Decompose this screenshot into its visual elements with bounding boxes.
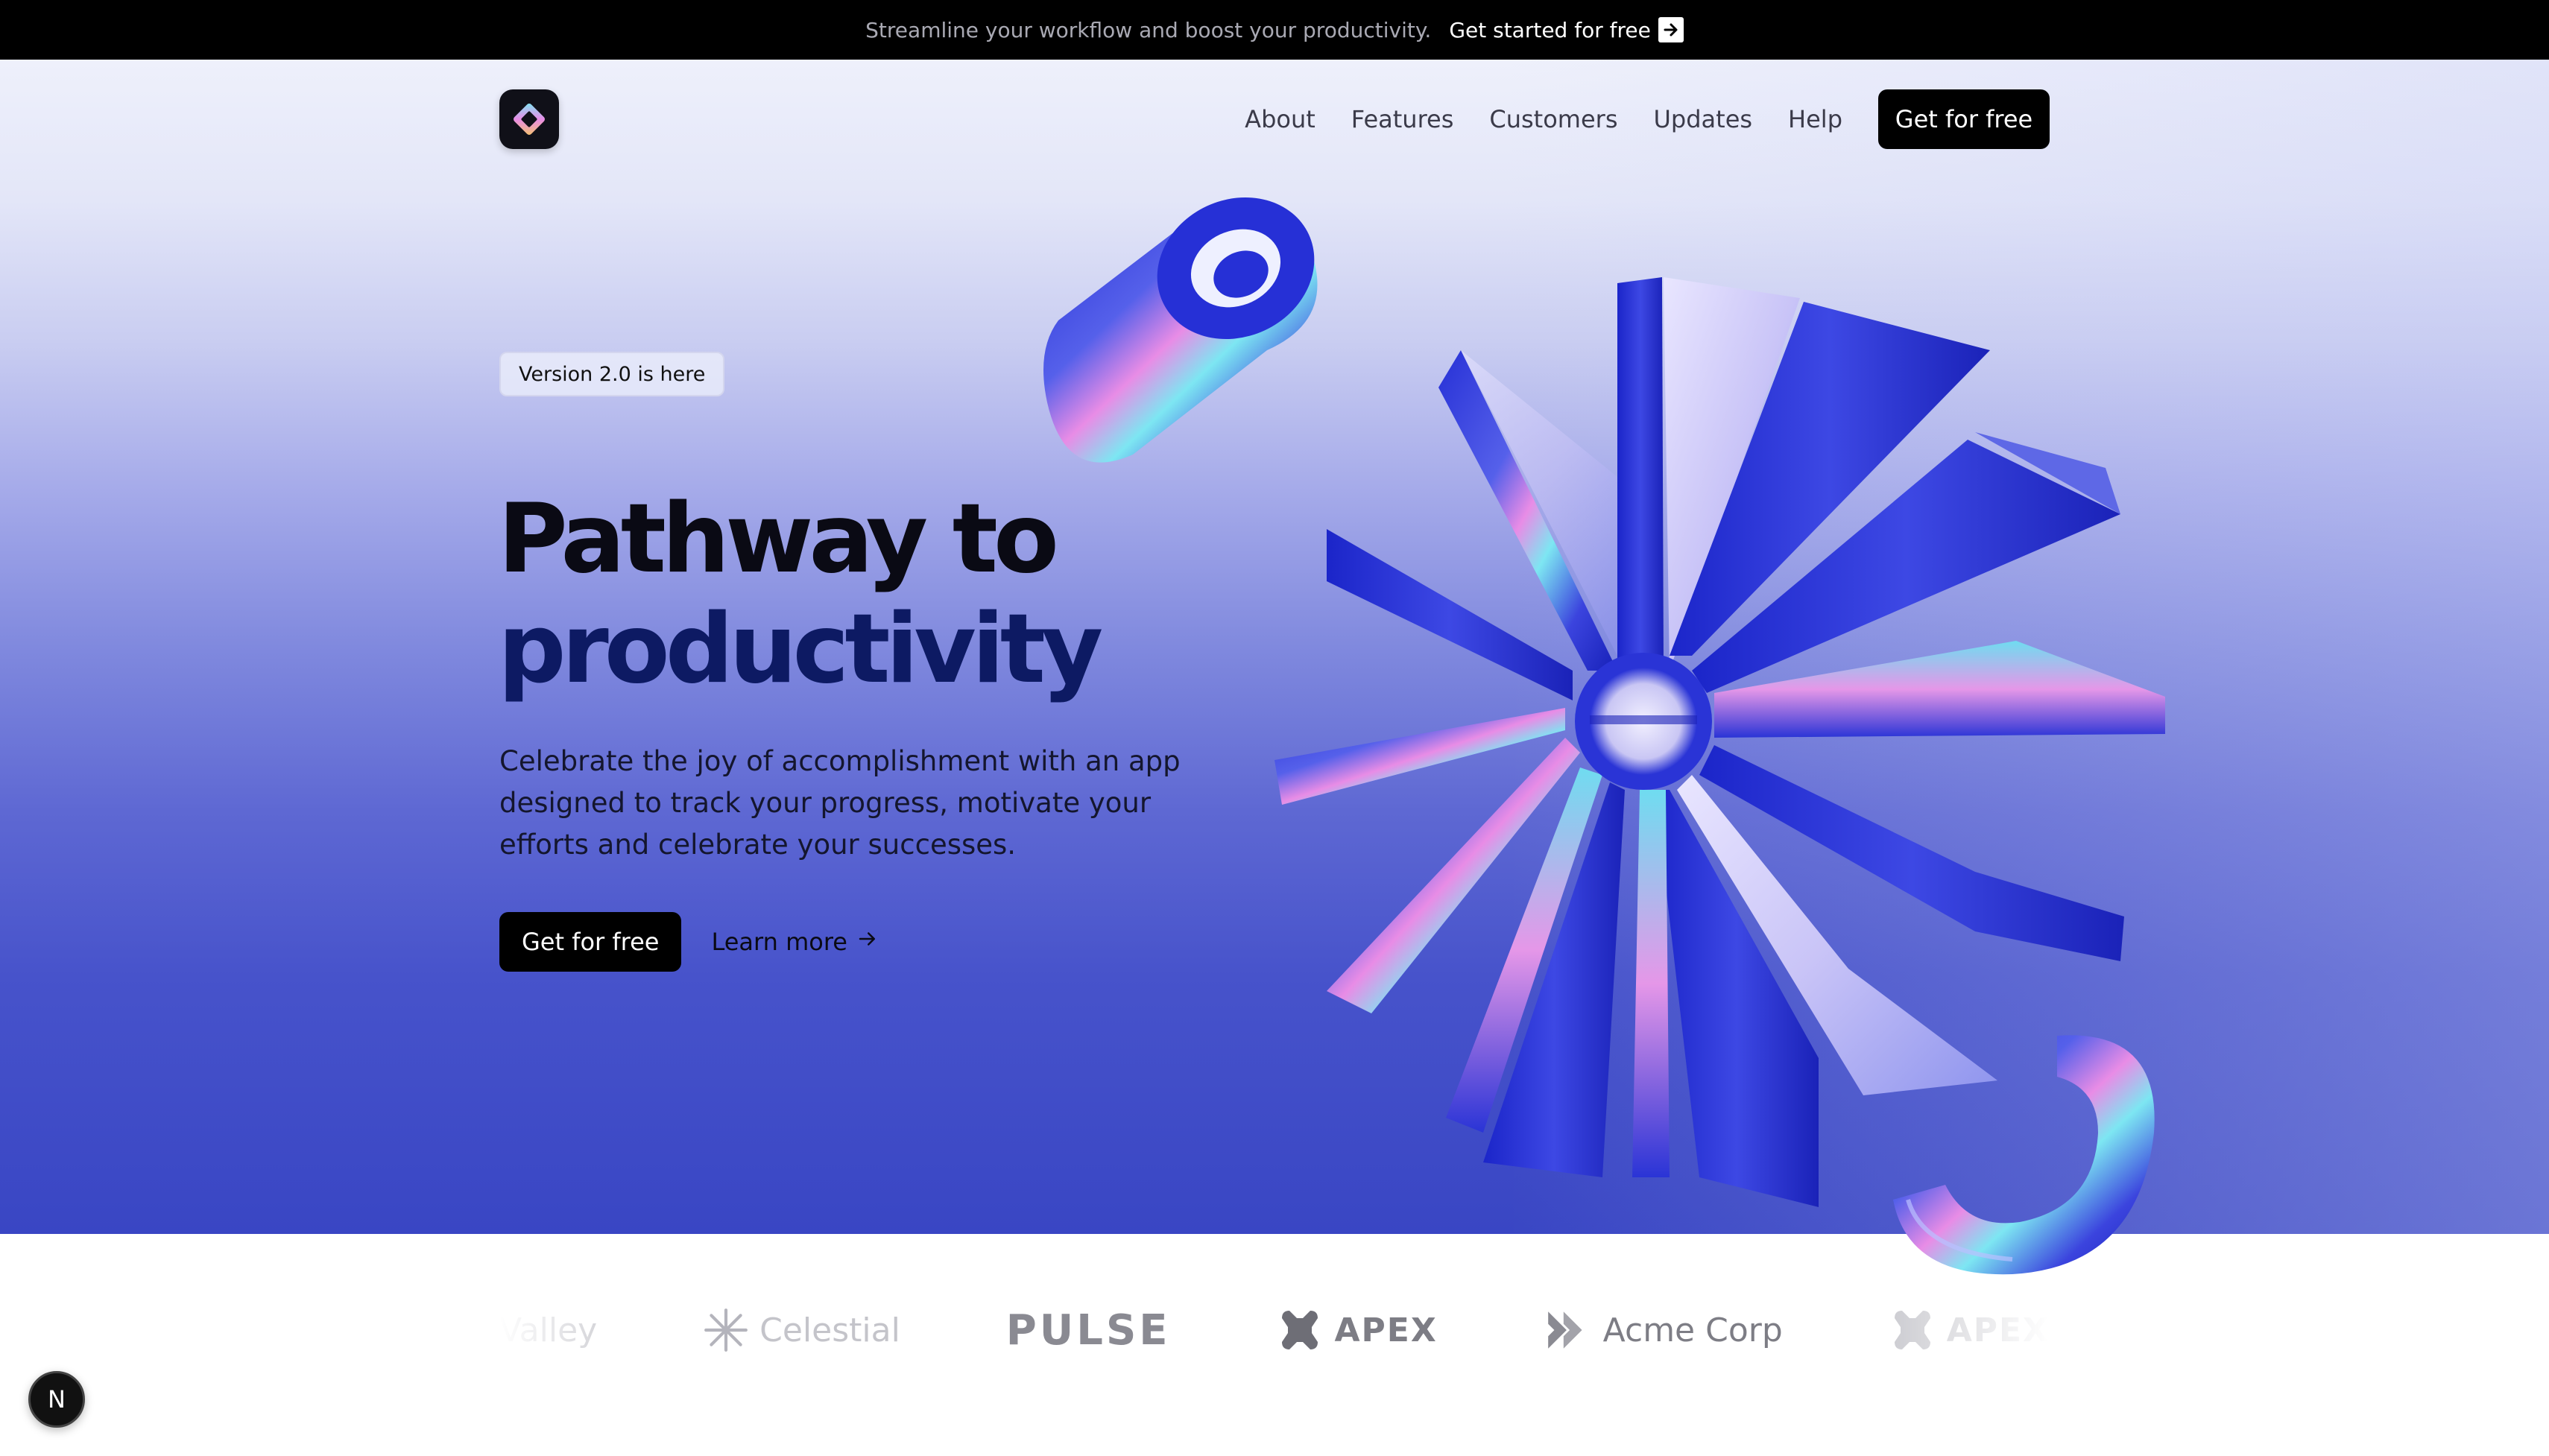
learn-more-link[interactable]: Learn more — [711, 928, 879, 956]
logo-valley-text: Valley — [499, 1311, 598, 1349]
hero-section — [0, 60, 2549, 1234]
version-badge[interactable]: Version 2.0 is here — [499, 352, 725, 396]
logo-valley: Valley — [499, 1311, 597, 1349]
arrow-right-icon — [1658, 17, 1684, 42]
logo-acme-corp-text: Acme Corp — [1602, 1311, 1783, 1349]
floating-n-button[interactable]: N — [28, 1371, 85, 1428]
nav-link-help[interactable]: Help — [1788, 105, 1842, 133]
apex-mark-icon — [1282, 1311, 1318, 1349]
logo-celestial-text: Celestial — [759, 1311, 900, 1349]
logo-acme-corp: Acme Corp — [1544, 1305, 1783, 1355]
headline-line-2: productivity — [498, 594, 1103, 705]
nav-link-features[interactable]: Features — [1351, 105, 1454, 133]
logo-apex: APEX — [1276, 1306, 1437, 1354]
hero-actions: Get for free Learn more — [499, 912, 879, 972]
nav-get-for-free-button[interactable]: Get for free — [1878, 89, 2050, 149]
asterisk-icon — [704, 1308, 748, 1352]
banner-get-started-link[interactable]: Get started for free — [1449, 17, 1684, 42]
top-navigation: About Features Customers Updates Help Ge… — [499, 89, 2050, 149]
nav-link-updates[interactable]: Updates — [1653, 105, 1752, 133]
logo-pulse-text: PULSE — [1005, 1305, 1171, 1355]
logo-pulse: PULSE — [1006, 1306, 1171, 1355]
headline-line-1: Pathway to — [498, 484, 1059, 595]
nav-link-about[interactable]: About — [1245, 105, 1315, 133]
learn-more-label: Learn more — [711, 928, 847, 956]
banner-link-label: Get started for free — [1449, 17, 1651, 42]
announcement-banner: Streamline your workflow and boost your … — [0, 0, 2549, 60]
nav-links: About Features Customers Updates Help Ge… — [1245, 89, 2050, 149]
hero-background-fade — [1506, 60, 2549, 1234]
chevrons-icon — [1547, 1311, 1582, 1349]
hero-headline: Pathway to productivity — [498, 484, 1103, 705]
nav-link-customers[interactable]: Customers — [1489, 105, 1617, 133]
logo-apex-faded: APEX — [1889, 1306, 2050, 1354]
diamond-logo-icon[interactable] — [499, 89, 559, 149]
logo-apex-faded-text: APEX — [1946, 1311, 2050, 1349]
hero-get-for-free-button[interactable]: Get for free — [499, 912, 682, 972]
logo-apex-text: APEX — [1334, 1311, 1438, 1349]
arrow-right-icon — [856, 928, 879, 956]
apex-mark-icon — [1894, 1311, 1930, 1349]
hero-subcopy: Celebrate the joy of accomplishment with… — [499, 745, 1181, 861]
customer-logos-strip: Valley Celestial PULSE APEX Acme Corp AP… — [499, 1297, 2050, 1364]
logo-celestial: Celestial — [703, 1307, 900, 1353]
banner-text: Streamline your workflow and boost your … — [865, 17, 1432, 42]
